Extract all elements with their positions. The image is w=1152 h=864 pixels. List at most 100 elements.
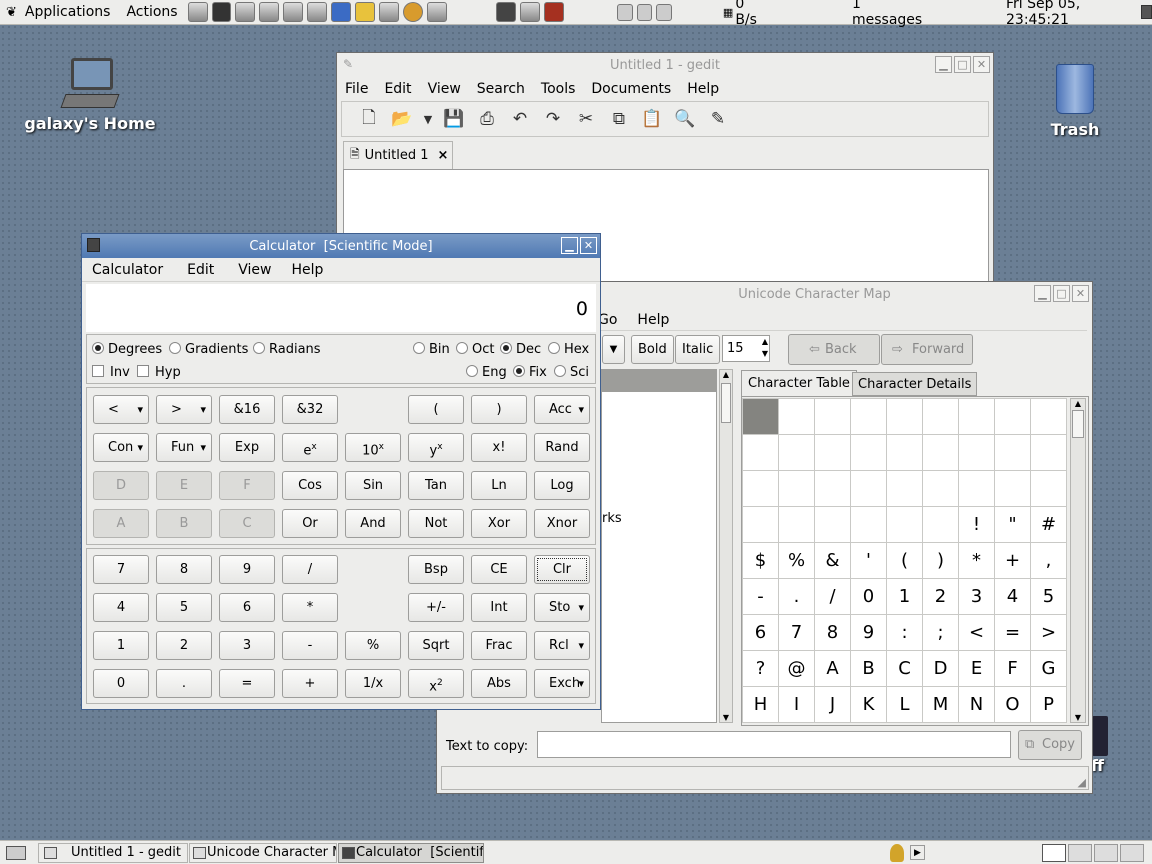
shift-right-button[interactable]: > bbox=[156, 395, 212, 424]
exch-button[interactable]: Exch bbox=[534, 669, 590, 698]
int-button[interactable]: Int bbox=[471, 593, 527, 622]
6-button[interactable]: 6 bbox=[219, 593, 275, 622]
workspace-switcher-icon[interactable] bbox=[1042, 844, 1066, 862]
character-cell[interactable]: + bbox=[995, 543, 1031, 579]
open-folder-icon[interactable]: 📂 bbox=[387, 105, 417, 133]
close-icon[interactable]: ✕ bbox=[1072, 285, 1089, 302]
character-cell[interactable] bbox=[887, 399, 923, 435]
character-cell[interactable]: B bbox=[851, 651, 887, 687]
character-cell[interactable]: 6 bbox=[743, 615, 779, 651]
pow-y-button[interactable]: yx bbox=[408, 433, 464, 462]
grid-scrollbar[interactable]: ▲ ▼ bbox=[1070, 398, 1086, 723]
character-cell[interactable] bbox=[851, 399, 887, 435]
character-cell[interactable] bbox=[815, 399, 851, 435]
paste-icon[interactable]: 📋 bbox=[637, 105, 667, 133]
character-cell[interactable]: K bbox=[851, 687, 887, 723]
character-cell[interactable]: C bbox=[887, 651, 923, 687]
close-icon[interactable]: ✕ bbox=[580, 237, 597, 254]
character-cell[interactable] bbox=[1031, 399, 1067, 435]
add-button[interactable]: + bbox=[282, 669, 338, 698]
xnor-button[interactable]: Xnor bbox=[534, 509, 590, 538]
character-cell[interactable] bbox=[995, 471, 1031, 507]
character-cell[interactable] bbox=[995, 435, 1031, 471]
workspace-1-icon[interactable] bbox=[617, 3, 633, 21]
font-family-dropdown[interactable]: ▼ bbox=[602, 335, 625, 364]
character-cell[interactable]: 7 bbox=[779, 615, 815, 651]
character-cell[interactable]: F bbox=[995, 651, 1031, 687]
editor-launcher-icon[interactable] bbox=[235, 2, 256, 22]
ln-button[interactable]: Ln bbox=[471, 471, 527, 500]
character-cell[interactable]: ' bbox=[851, 543, 887, 579]
minimize-icon[interactable]: ▁ bbox=[1034, 285, 1051, 302]
calculator-titlebar[interactable]: Calculator [Scientific Mode] ▁ ✕ bbox=[82, 234, 600, 258]
character-cell[interactable]: 0 bbox=[851, 579, 887, 615]
character-cell[interactable]: P bbox=[1031, 687, 1067, 723]
task-charmap[interactable]: Unicode Character M bbox=[189, 843, 337, 863]
menu-view[interactable]: View bbox=[420, 81, 469, 97]
character-grid[interactable]: ! " # $% & '() * +, -./0 1 2 3 4 5 6 7 8 9:; < = >? @ A B C D E F G H… bbox=[742, 398, 1067, 723]
radio-eng[interactable]: Eng bbox=[466, 365, 507, 380]
menu-file[interactable]: File bbox=[337, 81, 376, 97]
character-cell[interactable] bbox=[923, 507, 959, 543]
character-cell[interactable]: ) bbox=[923, 543, 959, 579]
home-launcher-icon[interactable] bbox=[187, 2, 208, 22]
text-to-copy-field[interactable] bbox=[537, 731, 1011, 758]
terminal-launcher-icon[interactable] bbox=[211, 2, 232, 22]
character-cell[interactable]: 9 bbox=[851, 615, 887, 651]
italic-toggle[interactable]: Italic bbox=[675, 335, 721, 364]
cos-button[interactable]: Cos bbox=[282, 471, 338, 500]
character-cell[interactable]: * bbox=[959, 543, 995, 579]
workspace-3-icon[interactable] bbox=[656, 3, 672, 21]
clr-button[interactable]: Clr bbox=[534, 555, 590, 584]
and-button[interactable]: And bbox=[345, 509, 401, 538]
copy-button[interactable]: ⧉ Copy bbox=[1018, 730, 1082, 760]
resize-grip-icon[interactable]: ◢ bbox=[1078, 776, 1086, 789]
0-button[interactable]: 0 bbox=[93, 669, 149, 698]
presentation-launcher-icon[interactable] bbox=[283, 2, 304, 22]
multiply-button[interactable]: * bbox=[282, 593, 338, 622]
character-cell[interactable]: 2 bbox=[923, 579, 959, 615]
subtract-button[interactable]: - bbox=[282, 631, 338, 660]
radio-hex[interactable]: Hex bbox=[548, 342, 589, 357]
tan-button[interactable]: Tan bbox=[408, 471, 464, 500]
character-cell[interactable] bbox=[851, 507, 887, 543]
exp-e-button[interactable]: ex bbox=[282, 433, 338, 462]
character-cell[interactable]: , bbox=[1031, 543, 1067, 579]
maximize-icon[interactable]: □ bbox=[1053, 285, 1070, 302]
character-cell[interactable]: ! bbox=[959, 507, 995, 543]
minimize-icon[interactable]: ▁ bbox=[935, 56, 952, 73]
mail-launcher-icon[interactable] bbox=[259, 2, 280, 22]
script-list-item[interactable]: rks bbox=[602, 511, 622, 526]
new-document-icon[interactable]: 🗋 bbox=[354, 105, 384, 133]
tab-close-icon[interactable]: × bbox=[437, 148, 448, 163]
character-cell[interactable] bbox=[743, 507, 779, 543]
character-cell[interactable] bbox=[743, 471, 779, 507]
character-cell[interactable] bbox=[923, 399, 959, 435]
script-list[interactable]: rks bbox=[601, 369, 717, 723]
character-cell[interactable]: 4 bbox=[995, 579, 1031, 615]
character-cell[interactable] bbox=[815, 435, 851, 471]
character-cell[interactable]: I bbox=[779, 687, 815, 723]
and32-button[interactable]: &32 bbox=[282, 395, 338, 424]
d-button[interactable]: D bbox=[93, 471, 149, 500]
show-desktop-icon[interactable] bbox=[6, 846, 26, 860]
character-cell[interactable] bbox=[779, 435, 815, 471]
trash-desktop-icon[interactable]: Trash bbox=[1040, 64, 1110, 139]
character-cell[interactable] bbox=[959, 435, 995, 471]
radio-gradients[interactable]: Gradients bbox=[169, 342, 248, 357]
sqrt-button[interactable]: Sqrt bbox=[408, 631, 464, 660]
check-hyp[interactable]: Hyp bbox=[137, 365, 181, 380]
close-icon[interactable]: ✕ bbox=[973, 56, 990, 73]
7-button[interactable]: 7 bbox=[93, 555, 149, 584]
clock[interactable]: Fri Sep 05, 23:45:21 bbox=[1006, 0, 1133, 28]
save-icon[interactable]: 💾 bbox=[439, 105, 469, 133]
actions-menu[interactable]: Actions bbox=[118, 0, 185, 25]
character-cell[interactable] bbox=[743, 399, 779, 435]
character-cell[interactable] bbox=[815, 507, 851, 543]
character-cell[interactable]: N bbox=[959, 687, 995, 723]
9-button[interactable]: 9 bbox=[219, 555, 275, 584]
equals-button[interactable]: = bbox=[219, 669, 275, 698]
character-cell[interactable] bbox=[1031, 435, 1067, 471]
forward-button[interactable]: ⇨ Forward bbox=[881, 334, 973, 365]
character-cell[interactable]: $ bbox=[743, 543, 779, 579]
